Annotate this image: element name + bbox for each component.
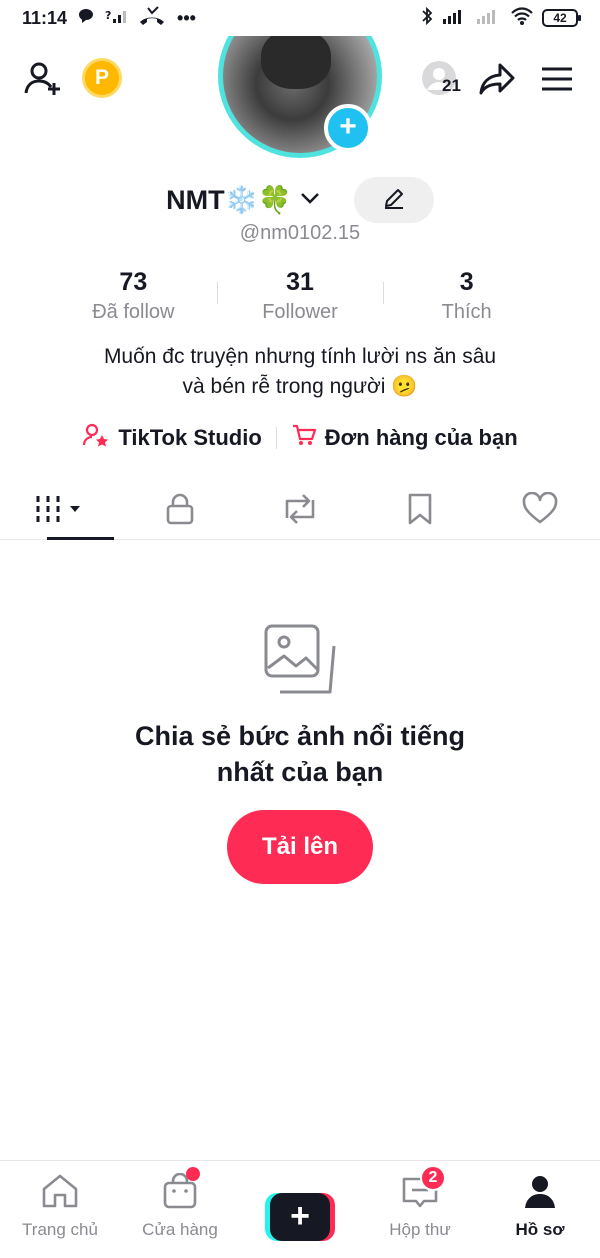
bio[interactable]: Muốn đc truyện nhưng tính lười ns ăn sâu… — [30, 342, 570, 402]
empty-state-message: Chia sẻ bức ảnh nổi tiếng nhất của bạn — [60, 718, 540, 790]
stat-followers[interactable]: 31 Follower — [216, 268, 384, 324]
empty-state-line: nhất của bạn — [216, 757, 384, 787]
profile-icon — [520, 1173, 560, 1214]
tab-liked[interactable] — [480, 484, 600, 539]
inbox-badge: 2 — [420, 1165, 446, 1191]
heart-icon — [521, 491, 559, 531]
profile-links: TikTok Studio Đơn hàng của bạn — [0, 422, 600, 454]
pencil-icon — [382, 186, 406, 215]
home-icon — [40, 1173, 80, 1214]
battery-icon: 42 — [542, 9, 581, 27]
username-row: NMT❄️🍀 — [0, 176, 600, 224]
cart-icon — [291, 422, 317, 454]
chat-bubble-icon — [77, 7, 95, 30]
orders-label: Đơn hàng của bạn — [324, 425, 518, 450]
photos-icon — [260, 620, 340, 705]
menu-icon[interactable] — [538, 60, 576, 98]
chevron-down-icon[interactable] — [300, 191, 320, 210]
tab-reposts[interactable] — [240, 484, 360, 539]
add-friend-icon[interactable] — [22, 58, 64, 100]
nav-home[interactable]: Trang chủ — [0, 1161, 120, 1258]
stat-value: 73 — [119, 268, 148, 296]
bio-line: và bén rễ trong người 🫤 — [182, 375, 418, 398]
svg-text:?: ? — [105, 9, 111, 22]
signal-unknown-icon: ? — [105, 7, 127, 30]
profile-views-count: 21 — [442, 76, 461, 95]
share-icon[interactable] — [476, 58, 518, 100]
signal-icon — [442, 7, 468, 30]
divider — [275, 427, 277, 449]
stat-following[interactable]: 73 Đã follow — [50, 268, 217, 324]
stat-likes[interactable]: 3 Thích — [383, 268, 550, 324]
upload-button[interactable]: Tải lên — [227, 810, 373, 884]
bookmark-icon — [406, 492, 434, 531]
status-time: 11:14 — [22, 7, 68, 28]
shop-notification-dot — [186, 1167, 200, 1181]
stat-label: Follower — [262, 301, 338, 323]
edit-profile-button[interactable] — [353, 177, 434, 223]
more-notifications-icon: ••• — [177, 7, 196, 28]
bluetooth-icon — [420, 6, 434, 31]
nav-shop[interactable]: Cửa hàng — [120, 1161, 240, 1258]
repost-icon — [281, 492, 319, 531]
status-bar: 11:14 ? ••• 42 — [0, 0, 600, 36]
coin-icon[interactable]: P — [82, 58, 122, 98]
stat-value: 3 — [459, 268, 474, 296]
bio-line: Muốn đc truyện nhưng tính lười ns ăn sâu — [103, 345, 497, 368]
grid-icon — [34, 492, 86, 531]
signal-2-icon — [476, 7, 502, 30]
wifi-icon — [510, 6, 534, 31]
stat-value: 31 — [286, 268, 314, 296]
orders-link[interactable]: Đơn hàng của bạn — [291, 422, 518, 454]
plus-icon: + — [270, 1193, 330, 1241]
stat-label: Đã follow — [92, 301, 175, 323]
missed-call-icon — [137, 5, 167, 31]
creator-star-icon — [82, 422, 110, 454]
tab-private[interactable] — [120, 484, 240, 539]
nav-create[interactable]: + — [240, 1161, 360, 1258]
tiktok-studio-label: TikTok Studio — [118, 425, 262, 450]
profile-views-icon[interactable]: 21 — [410, 56, 468, 100]
nav-profile[interactable]: Hồ sơ — [480, 1161, 600, 1258]
stat-label: Thích — [441, 301, 492, 323]
nav-label: Cửa hàng — [142, 1220, 218, 1239]
nav-label: Trang chủ — [22, 1220, 98, 1239]
tiktok-studio-link[interactable]: TikTok Studio — [82, 422, 262, 454]
tab-favorites[interactable] — [360, 484, 480, 539]
nav-inbox[interactable]: 2 Hộp thư — [360, 1161, 480, 1258]
display-name[interactable]: NMT❄️🍀 — [166, 184, 292, 216]
bottom-nav: Trang chủ Cửa hàng + 2 Hộp thư Hồ sơ — [0, 1160, 600, 1258]
profile-tabs — [0, 484, 600, 540]
empty-state-line: Chia sẻ bức ảnh nổi tiếng — [134, 721, 466, 751]
tab-videos[interactable] — [0, 484, 120, 540]
create-button[interactable]: + — [265, 1193, 335, 1241]
user-handle: @nm0102.15 — [239, 222, 361, 244]
profile-stats: 73 Đã follow 31 Follower 3 Thích — [50, 268, 550, 324]
add-avatar-button[interactable]: + — [324, 104, 372, 152]
nav-label: Hộp thư — [389, 1220, 451, 1239]
lock-icon — [164, 492, 196, 531]
nav-label: Hồ sơ — [515, 1220, 565, 1239]
